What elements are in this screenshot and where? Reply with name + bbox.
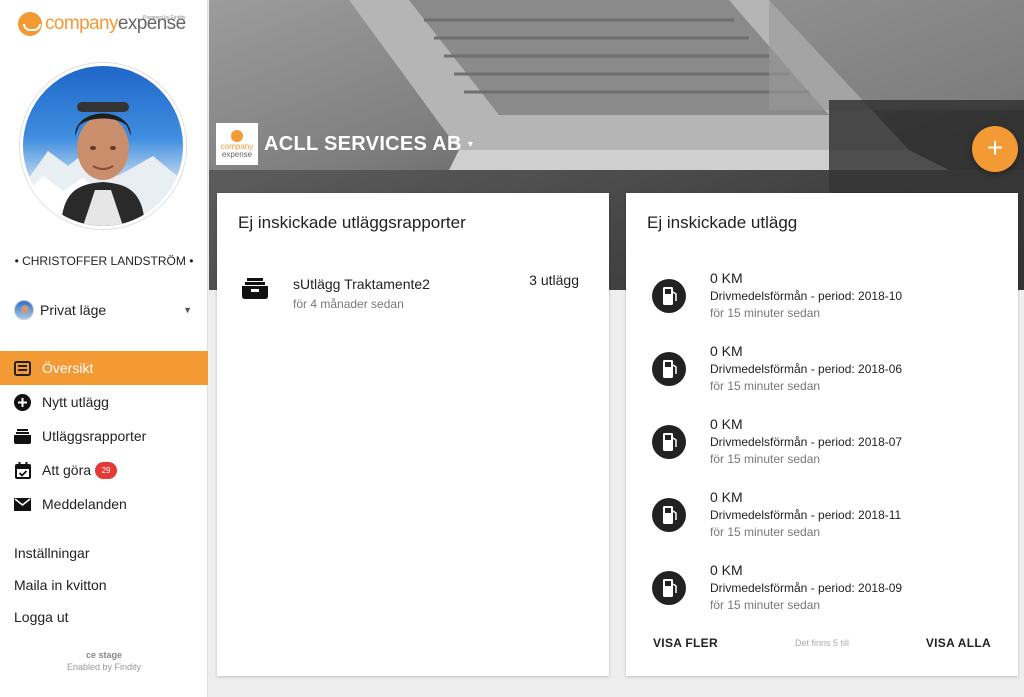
expense-list-item[interactable]: 0 KM Drivmedelsförmån - period: 2018-11 … (652, 488, 1002, 561)
mode-avatar-icon (14, 300, 34, 320)
calendar-check-icon (14, 461, 31, 479)
sidebar-footer: ce stage Enabled by Findity (0, 649, 208, 673)
expense-description: Drivmedelsförmån - period: 2018-11 (710, 508, 902, 522)
nav-label: Meddelanden (42, 496, 127, 512)
expense-list-item[interactable]: 0 KM Drivmedelsförmån - period: 2018-09 … (652, 561, 1002, 634)
report-tray-icon (242, 276, 268, 300)
expense-list-item[interactable]: 0 KM Drivmedelsförmån - period: 2018-07 … (652, 415, 1002, 488)
logo-mark-icon (18, 12, 42, 36)
mode-selector[interactable]: Privat läge ▼ (14, 299, 192, 321)
mode-label: Privat läge (40, 302, 107, 318)
expense-description: Drivmedelsförmån - period: 2018-09 (710, 581, 903, 595)
expense-amount: 0 KM (710, 416, 743, 432)
fuel-pump-icon (652, 425, 686, 459)
nav-label: Utläggsrapporter (42, 428, 147, 444)
company-logo: company expense (216, 123, 258, 165)
overview-icon (14, 360, 31, 377)
caret-down-icon: ▾ (467, 138, 473, 150)
chevron-down-icon: ▼ (183, 305, 192, 315)
nav-item-att-gora[interactable]: Att göra 29 (0, 453, 208, 487)
company-selector[interactable]: company expense ACLL SERVICES AB ▾ (216, 123, 473, 165)
expense-amount: 0 KM (710, 489, 743, 505)
logo-powered-by: Powered by Findity (143, 15, 186, 21)
sidebar: companyexpense Powered by Findity • CHRI… (0, 0, 208, 697)
expense-description: Drivmedelsförmån - period: 2018-10 (710, 289, 903, 303)
expense-amount: 0 KM (710, 562, 743, 578)
expense-time: för 15 minuter sedan (710, 598, 821, 612)
show-all-button[interactable]: VISA ALLA (926, 636, 991, 650)
nav-item-meddelanden[interactable]: Meddelanden (0, 487, 208, 521)
main-nav: Översikt Nytt utlägg Utläggsrapporter At… (0, 351, 208, 521)
report-name: sUtlägg Traktamente2 (293, 276, 430, 292)
expense-description: Drivmedelsförmån - period: 2018-07 (710, 435, 903, 449)
user-photo-icon (23, 102, 183, 226)
report-time: för 4 månader sedan (293, 297, 404, 311)
add-circle-icon (14, 393, 31, 411)
unsent-reports-card: Ej inskickade utläggsrapporter sUtlägg T… (217, 193, 609, 676)
fuel-pump-icon (652, 571, 686, 605)
expense-amount: 0 KM (710, 343, 743, 359)
todo-count-badge: 29 (95, 461, 118, 479)
user-name: • CHRISTOFFER LANDSTRÖM • (14, 254, 194, 268)
company-logo-line2: expense (221, 149, 253, 159)
nav-label: Nytt utlägg (42, 394, 109, 410)
company-logo-mark-icon (231, 129, 243, 142)
logout-link[interactable]: Logga ut (14, 607, 107, 639)
mail-icon (14, 496, 31, 513)
user-avatar[interactable] (20, 63, 186, 229)
expense-time: för 15 minuter sedan (710, 525, 821, 539)
nav-label: Att göra (42, 462, 92, 478)
expense-time: för 15 minuter sedan (710, 379, 821, 393)
company-name: ACLL SERVICES AB (264, 132, 462, 155)
mail-receipts-link[interactable]: Maila in kvitton (14, 575, 107, 607)
card-title: Ej inskickade utläggsrapporter (238, 213, 466, 232)
environment-label: ce stage (85, 650, 123, 660)
card-footer: VISA FLER Det finns 5 till VISA ALLA (626, 636, 1018, 650)
nav-item-oversikt[interactable]: Översikt (0, 351, 208, 385)
fuel-pump-icon (652, 279, 686, 313)
nav-item-utlaggsrapporter[interactable]: Utläggsrapporter (0, 419, 208, 453)
nav-label: Översikt (42, 360, 94, 376)
sidebar-links: Inställningar Maila in kvitton Logga ut (14, 543, 107, 639)
expense-list: 0 KM Drivmedelsförmån - period: 2018-10 … (652, 269, 1002, 634)
unsent-expenses-card: Ej inskickade utlägg 0 KM Drivmedelsförm… (626, 193, 1018, 676)
settings-link[interactable]: Inställningar (14, 543, 107, 575)
logo-text-company: company (45, 13, 119, 34)
fuel-pump-icon (652, 352, 686, 386)
expense-time: för 15 minuter sedan (710, 452, 821, 466)
nav-item-nytt-utlagg[interactable]: Nytt utlägg (0, 385, 208, 419)
report-expense-count: 3 utlägg (529, 272, 579, 288)
expense-list-item[interactable]: 0 KM Drivmedelsförmån - period: 2018-06 … (652, 342, 1002, 415)
expense-description: Drivmedelsförmån - period: 2018-06 (710, 362, 903, 376)
expense-list-item[interactable]: 0 KM Drivmedelsförmån - period: 2018-10 … (652, 269, 1002, 342)
report-tray-icon (14, 428, 31, 445)
expense-amount: 0 KM (710, 270, 743, 286)
add-expense-fab[interactable]: + (972, 126, 1018, 172)
card-title: Ej inskickade utlägg (647, 213, 798, 232)
enabled-by-label: Enabled by Findity (66, 662, 142, 672)
expense-time: för 15 minuter sedan (710, 306, 821, 320)
fuel-pump-icon (652, 498, 686, 532)
